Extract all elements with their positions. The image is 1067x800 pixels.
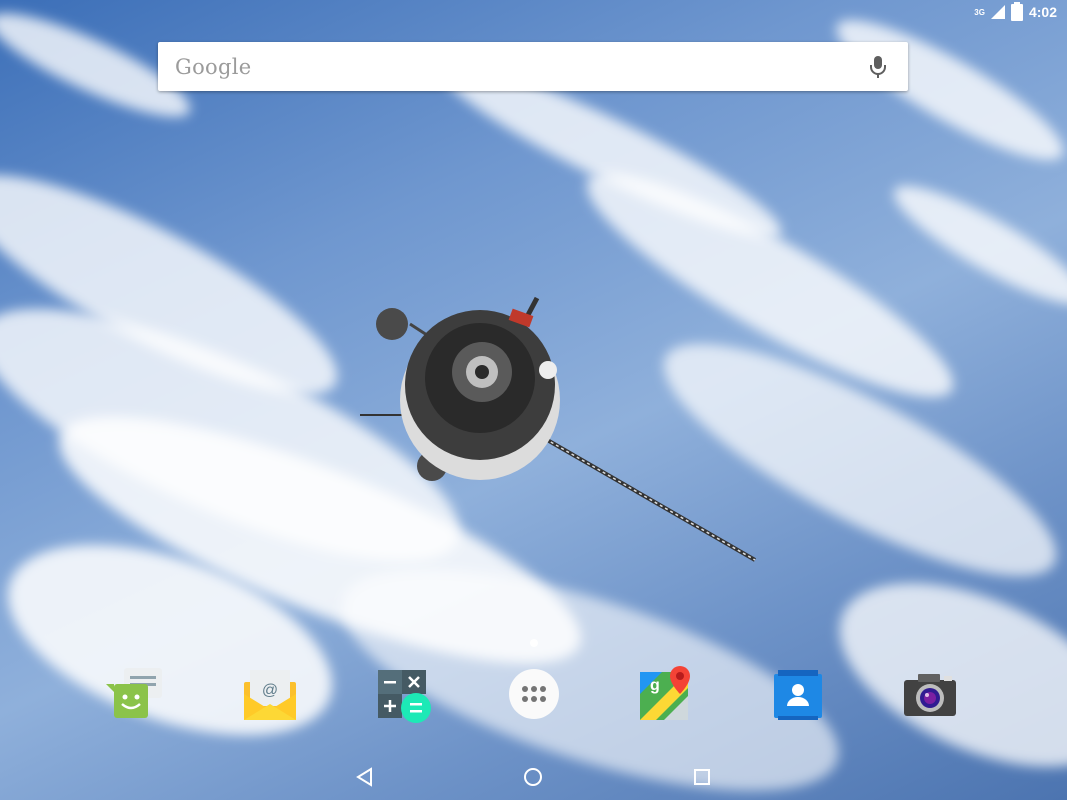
google-search-bar[interactable]: Google [158,42,908,91]
back-button[interactable] [345,760,385,794]
svg-text:g: g [650,677,660,694]
calculator-app[interactable] [370,662,434,726]
recents-icon [694,769,710,785]
maps-app[interactable]: g [634,662,698,726]
home-button[interactable] [513,760,553,794]
signal-icon [990,5,1005,19]
network-type-label: 3G [974,7,985,17]
contacts-icon [774,670,822,720]
camera-icon [904,674,956,716]
messaging-app[interactable] [104,662,168,726]
app-drawer-icon [509,669,559,719]
calculator-icon [378,670,431,723]
messaging-icon [106,668,162,718]
email-app[interactable]: @ [238,662,302,726]
home-icon [524,768,542,786]
page-indicator-dot [530,639,538,647]
status-bar: 3G 4:02 [974,0,1067,24]
svg-text:@: @ [262,682,278,699]
satellite-image [360,296,757,562]
battery-icon [1010,1,1023,21]
camera-app[interactable] [898,662,962,726]
dock: @ g [0,662,1067,726]
contacts-app[interactable] [766,662,830,726]
microphone-icon[interactable] [858,47,898,87]
back-icon [356,767,372,787]
maps-icon: g [640,666,690,720]
navigation-bar [0,752,1067,800]
email-icon: @ [244,670,296,720]
recents-button[interactable] [682,760,722,794]
google-logo: Google [175,54,252,79]
clock: 4:02 [1028,4,1057,20]
all-apps-button[interactable] [502,662,566,726]
